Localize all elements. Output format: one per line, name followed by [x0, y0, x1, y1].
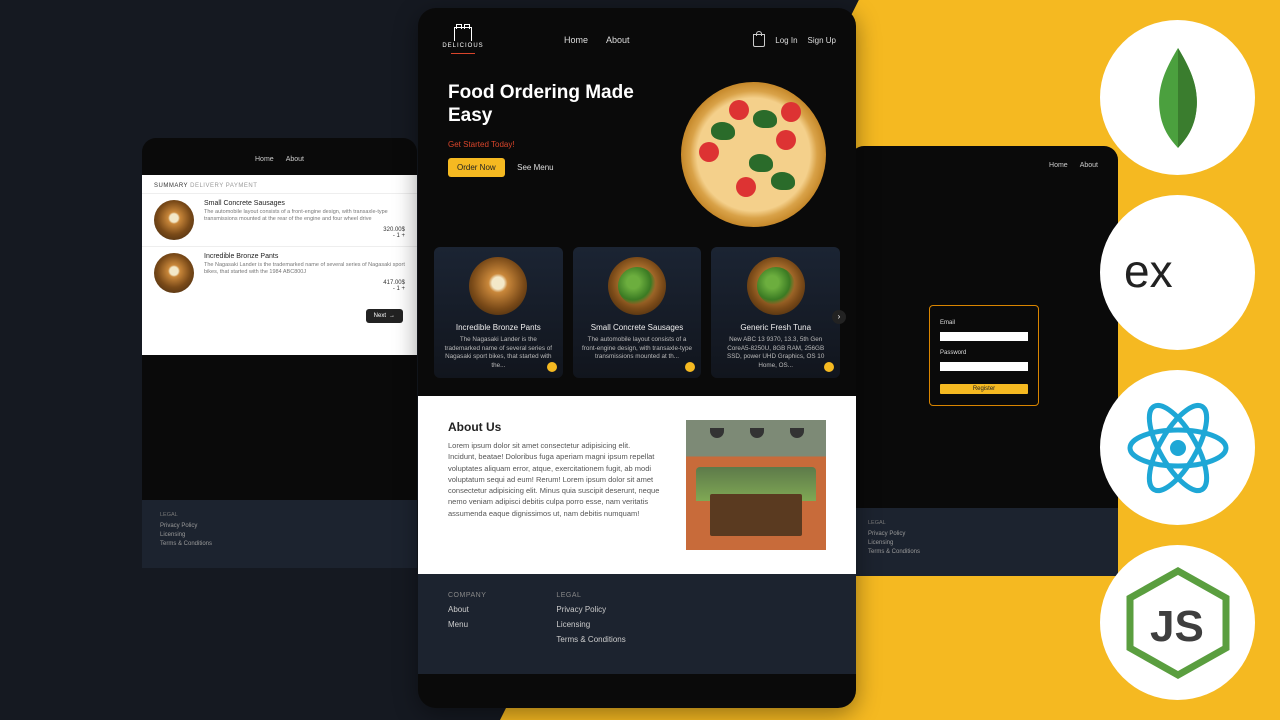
add-icon[interactable] — [547, 362, 557, 372]
footer-link[interactable]: Terms & Conditions — [160, 541, 399, 547]
cart-panel: Home About SUMMARY DELIVERY PAYMENT Smal… — [142, 138, 417, 568]
product-desc: The Nagasaki Lander is the trademarked n… — [442, 336, 555, 370]
nodejs-icon: JS — [1100, 545, 1255, 700]
tech-stack: ex JS — [1100, 20, 1255, 700]
product-title: Incredible Bronze Pants — [442, 323, 555, 332]
footer-link[interactable]: Privacy Policy — [556, 605, 625, 614]
step-payment[interactable]: PAYMENT — [226, 183, 258, 189]
svg-text:ex: ex — [1124, 245, 1173, 297]
qty-stepper[interactable]: - 1 + — [393, 286, 405, 292]
see-menu-link[interactable]: See Menu — [517, 163, 553, 172]
express-icon: ex — [1100, 195, 1255, 350]
footer-link[interactable]: Licensing — [160, 532, 399, 538]
footer-heading: LEGAL — [556, 592, 625, 599]
product-title: Generic Fresh Tuna — [719, 323, 832, 332]
email-field[interactable] — [940, 332, 1028, 341]
signup-link[interactable]: Sign Up — [808, 36, 836, 45]
product-card[interactable]: Small Concrete Sausages The automobile l… — [573, 247, 702, 378]
dish-image — [154, 253, 194, 293]
product-title: Small Concrete Sausages — [581, 323, 694, 332]
order-now-button[interactable]: Order Now — [448, 158, 505, 177]
footer-link[interactable]: Menu — [448, 620, 486, 629]
cart-icon[interactable] — [753, 34, 765, 47]
main-footer: COMPANY About Menu LEGAL Privacy Policy … — [418, 574, 856, 674]
brand-logo[interactable]: DELICIOUS — [438, 22, 488, 58]
hero-tagline: Get Started Today! — [448, 140, 671, 149]
footer-heading: LEGAL — [868, 520, 1100, 526]
hero-pizza-image — [681, 82, 826, 227]
product-desc: New ABC 13 9370, 13.3, 5th Gen CoreA5-82… — [719, 336, 832, 370]
checkout-stepper: SUMMARY DELIVERY PAYMENT — [142, 175, 417, 193]
product-card[interactable]: Generic Fresh Tuna New ABC 13 9370, 13.3… — [711, 247, 840, 378]
footer-link[interactable]: Terms & Conditions — [868, 549, 1100, 555]
item-title: Small Concrete Sausages — [204, 200, 405, 207]
next-button[interactable]: Next → — [366, 309, 403, 323]
mongodb-icon — [1100, 20, 1255, 175]
about-section: About Us Lorem ipsum dolor sit amet cons… — [418, 396, 856, 574]
qty-stepper[interactable]: - 1 + — [393, 233, 405, 239]
add-icon[interactable] — [685, 362, 695, 372]
react-icon — [1100, 370, 1255, 525]
register-panel: Home About Email Password Register LEGAL… — [850, 146, 1118, 576]
footer-link[interactable]: Privacy Policy — [160, 523, 399, 529]
about-body: Lorem ipsum dolor sit amet consectetur a… — [448, 440, 660, 519]
register-form: Email Password Register — [929, 305, 1039, 406]
step-delivery[interactable]: DELIVERY — [190, 183, 223, 189]
register-button[interactable]: Register — [940, 384, 1028, 394]
password-label: Password — [940, 350, 1028, 356]
password-field[interactable] — [940, 362, 1028, 371]
footer-link[interactable]: Privacy Policy — [868, 531, 1100, 537]
product-image — [469, 257, 527, 315]
footer-heading: LEGAL — [160, 512, 399, 518]
nav-about[interactable]: About — [286, 156, 304, 163]
nav-home[interactable]: Home — [1049, 162, 1068, 169]
nav-home[interactable]: Home — [255, 156, 274, 163]
footer-link[interactable]: About — [448, 605, 486, 614]
hero-headline: Food Ordering Made Easy — [448, 82, 671, 128]
product-desc: The automobile layout consists of a fron… — [581, 336, 694, 362]
cart-item: Small Concrete Sausages The automobile l… — [142, 193, 417, 246]
main-panel: DELICIOUS Home About Log In Sign Up Food… — [418, 8, 856, 708]
carousel-next-icon[interactable]: › — [832, 310, 846, 324]
dish-image — [154, 200, 194, 240]
item-desc: The Nagasaki Lander is the trademarked n… — [204, 262, 405, 276]
footer-link[interactable]: Terms & Conditions — [556, 635, 625, 644]
footer-heading: COMPANY — [448, 592, 486, 599]
cart-item: Incredible Bronze Pants The Nagasaki Lan… — [142, 246, 417, 299]
product-carousel: Incredible Bronze Pants The Nagasaki Lan… — [418, 247, 856, 378]
add-icon[interactable] — [824, 362, 834, 372]
about-heading: About Us — [448, 420, 660, 434]
email-label: Email — [940, 320, 1028, 326]
svg-text:JS: JS — [1150, 602, 1204, 651]
about-image — [686, 420, 826, 550]
product-image — [608, 257, 666, 315]
nav-about[interactable]: About — [606, 35, 630, 45]
login-link[interactable]: Log In — [775, 36, 797, 45]
product-image — [747, 257, 805, 315]
nav-about[interactable]: About — [1080, 162, 1098, 169]
item-desc: The automobile layout consists of a fron… — [204, 209, 405, 223]
nav-home[interactable]: Home — [564, 35, 588, 45]
item-title: Incredible Bronze Pants — [204, 253, 405, 260]
footer-link[interactable]: Licensing — [556, 620, 625, 629]
product-card[interactable]: Incredible Bronze Pants The Nagasaki Lan… — [434, 247, 563, 378]
step-summary[interactable]: SUMMARY — [154, 183, 188, 189]
footer-link[interactable]: Licensing — [868, 540, 1100, 546]
